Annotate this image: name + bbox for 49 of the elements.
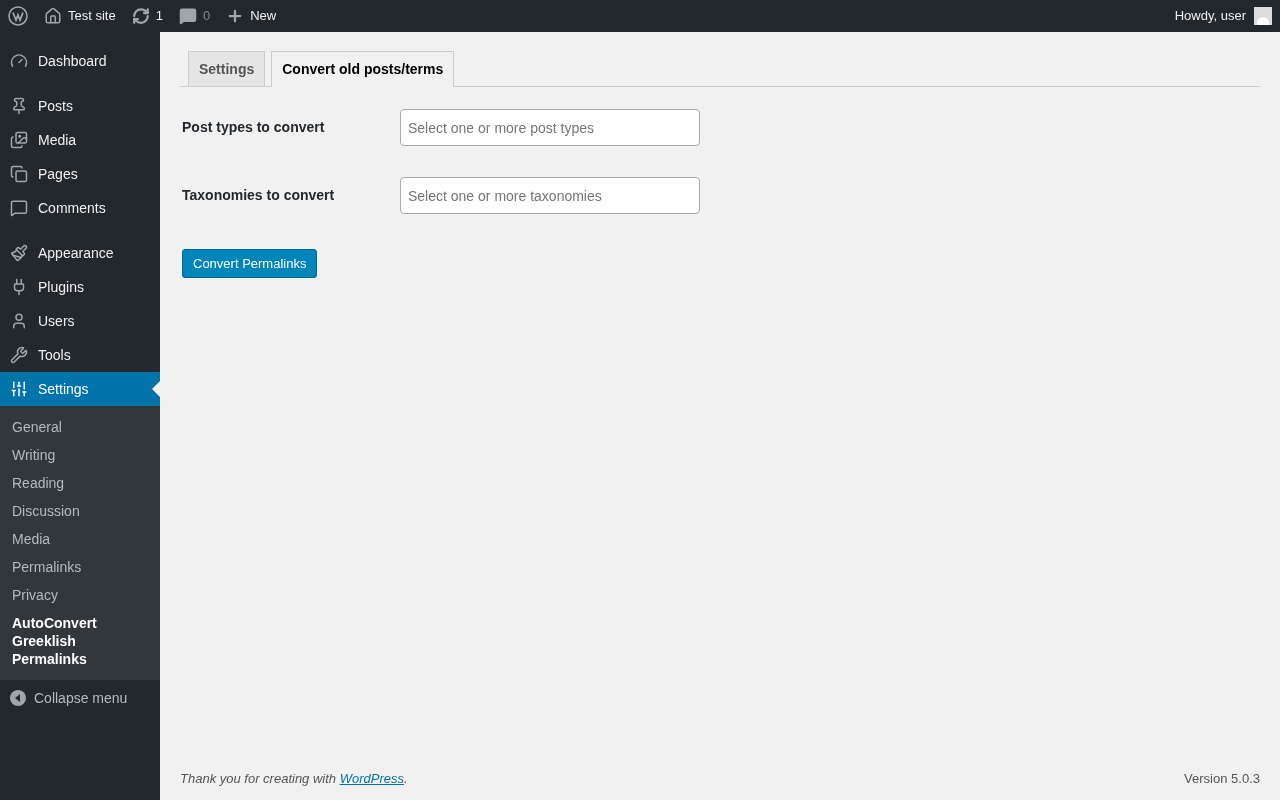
- collapse-icon[interactable]: [10, 690, 26, 706]
- sidebar-item[interactable]: Posts: [0, 89, 160, 123]
- current-pointer-icon: [152, 381, 160, 397]
- dashboard-gauge-icon: [10, 52, 28, 70]
- sliders-icon: [10, 380, 28, 398]
- sidebar-item[interactable]: Plugins: [0, 270, 160, 304]
- sidebar-item[interactable]: Tools: [0, 338, 160, 372]
- sidebar-item[interactable]: Pages: [0, 157, 160, 191]
- submenu-item[interactable]: Discussion: [0, 497, 160, 525]
- wrench-icon: [10, 346, 28, 364]
- refresh-icon[interactable]: [131, 7, 150, 25]
- new-link[interactable]: New: [250, 6, 277, 26]
- wordpress-link[interactable]: WordPress: [339, 770, 404, 786]
- sidebar-item[interactable]: Media: [0, 123, 160, 157]
- comments-count[interactable]: 0: [202, 6, 211, 26]
- submenu-item[interactable]: General: [0, 413, 160, 441]
- pin-icon: [10, 97, 28, 115]
- submenu-item[interactable]: Writing: [0, 441, 160, 469]
- greeting-link[interactable]: Howdy, user: [1174, 6, 1246, 26]
- field-label: Taxonomies to convert: [181, 186, 336, 205]
- pages-icon: [10, 165, 28, 183]
- submenu-item[interactable]: Privacy: [0, 581, 160, 609]
- site-name-link[interactable]: Test site: [68, 6, 116, 26]
- sidebar-item[interactable]: Appearance: [0, 236, 160, 270]
- footer-credit: Thank you for creating with WordPress.: [180, 769, 408, 788]
- updates-count[interactable]: 1: [155, 6, 163, 26]
- submenu-item[interactable]: Reading: [0, 469, 160, 497]
- submenu-item[interactable]: Media: [0, 525, 160, 553]
- convert-permalinks-button[interactable]: Convert Permalinks: [182, 249, 318, 278]
- select-field[interactable]: Select one or more taxonomies: [400, 177, 700, 214]
- sidebar-item[interactable]: Comments: [0, 191, 160, 225]
- version-text: Version 5.0.3: [1184, 769, 1260, 788]
- wordpress-logo-icon[interactable]: [8, 6, 28, 26]
- images-icon: [10, 131, 28, 149]
- speech-bubble-icon: [10, 199, 28, 217]
- home-icon[interactable]: [44, 7, 62, 25]
- submenu-item[interactable]: AutoConvert Greeklish Permalinks: [0, 609, 160, 673]
- sidebar-item[interactable]: Dashboard: [0, 44, 160, 78]
- field-label: Post types to convert: [181, 118, 326, 137]
- sidebar-item[interactable]: Settings: [0, 372, 160, 406]
- tab[interactable]: Convert old posts/terms: [271, 51, 455, 87]
- speech-bubble-icon[interactable]: [178, 7, 197, 25]
- submenu-item[interactable]: Permalinks: [0, 553, 160, 581]
- tab[interactable]: Settings: [188, 51, 266, 87]
- paintbrush-icon: [10, 244, 28, 262]
- collapse-menu-link[interactable]: Collapse menu: [34, 687, 128, 709]
- user-icon: [10, 312, 28, 330]
- sidebar-item[interactable]: Users: [0, 304, 160, 338]
- select-field[interactable]: Select one or more post types: [400, 109, 700, 146]
